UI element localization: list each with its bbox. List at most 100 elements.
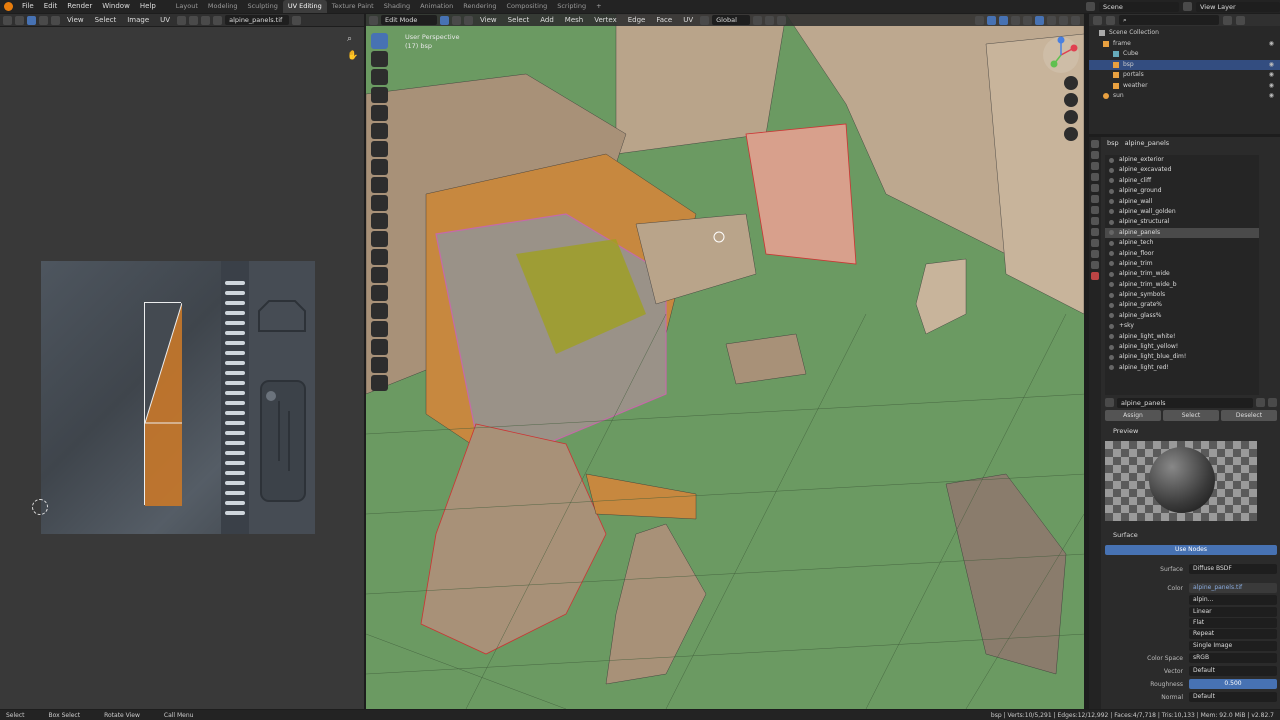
data-tab-icon[interactable] xyxy=(1091,261,1099,269)
material-slot[interactable]: alpine_trim_wide_b xyxy=(1105,280,1259,290)
face-mode-icon[interactable] xyxy=(464,15,473,25)
material-slot[interactable]: alpine_ground xyxy=(1105,186,1259,196)
material-slot[interactable]: alpine_cliff xyxy=(1105,176,1259,186)
blender-logo-icon[interactable] xyxy=(4,2,13,11)
spin-tool-icon[interactable] xyxy=(371,285,388,301)
vp-menu-edge[interactable]: Edge xyxy=(624,16,650,24)
ortho-grid-icon[interactable] xyxy=(1064,127,1078,141)
editor-type-icon[interactable] xyxy=(369,15,378,25)
surface-dropdown[interactable]: Diffuse BSDF xyxy=(1189,564,1277,574)
tab-sculpting[interactable]: Sculpting xyxy=(242,0,282,13)
proportional-icon[interactable] xyxy=(777,15,787,25)
measure-tool-icon[interactable] xyxy=(371,159,388,175)
tab-compositing[interactable]: Compositing xyxy=(501,0,552,13)
surface-panel-header[interactable]: Surface xyxy=(1105,530,1277,541)
material-slot[interactable]: alpine_glass% xyxy=(1105,311,1259,321)
render-tab-icon[interactable] xyxy=(1091,151,1099,159)
material-slot[interactable]: alpine_light_white! xyxy=(1105,332,1259,342)
material-slot-list[interactable]: alpine_exterior alpine_excavated alpine_cl… xyxy=(1105,155,1259,395)
tab-scripting[interactable]: Scripting xyxy=(552,0,591,13)
material-slot[interactable]: alpine_wall_golden xyxy=(1105,207,1259,217)
outliner-row-cube[interactable]: Cube xyxy=(1089,49,1280,60)
bevel-tool-icon[interactable] xyxy=(371,213,388,229)
camera-view-icon[interactable] xyxy=(1064,110,1078,124)
vp-menu-add[interactable]: Add xyxy=(536,16,558,24)
material-slot[interactable]: alpine_light_yellow! xyxy=(1105,342,1259,352)
gizmo-icon[interactable] xyxy=(987,15,996,25)
shrink-fatten-tool-icon[interactable] xyxy=(371,339,388,355)
scene-field[interactable]: Scene xyxy=(1099,1,1179,12)
view-layer-tab-icon[interactable] xyxy=(1091,173,1099,181)
scale-tool-icon[interactable] xyxy=(371,105,388,121)
uv-editor-canvas[interactable]: ⌕ ✋ xyxy=(0,27,364,709)
material-slot[interactable]: alpine_grate% xyxy=(1105,300,1259,310)
snap-icon[interactable] xyxy=(765,15,775,25)
snap-icon[interactable] xyxy=(189,15,199,25)
visibility-icon[interactable] xyxy=(975,15,984,25)
material-slot[interactable]: alpine_wall xyxy=(1105,197,1259,207)
material-slot[interactable]: alpine_light_red! xyxy=(1105,363,1259,373)
shading-rendered-icon[interactable] xyxy=(1059,15,1068,25)
material-slot[interactable]: alpine_tech xyxy=(1105,238,1259,248)
loop-cut-tool-icon[interactable] xyxy=(371,231,388,247)
poly-build-tool-icon[interactable] xyxy=(371,267,388,283)
material-slot[interactable]: alpine_excavated xyxy=(1105,165,1259,175)
extension-dropdown[interactable]: Repeat xyxy=(1189,629,1277,639)
orientation-dropdown[interactable]: Global xyxy=(712,15,751,25)
material-slot[interactable]: alpine_trim xyxy=(1105,259,1259,269)
outliner-row-frame[interactable]: frame ◉ xyxy=(1089,39,1280,50)
display-mode-icon[interactable] xyxy=(1106,15,1115,25)
material-slot[interactable]: alpine_exterior xyxy=(1105,155,1259,165)
3d-viewport[interactable] xyxy=(366,14,1084,709)
material-name-field[interactable]: alpine_panels xyxy=(1117,397,1253,408)
editor-type-icon[interactable] xyxy=(1093,15,1102,25)
face-select-icon[interactable] xyxy=(51,15,60,25)
select-box-tool-icon[interactable] xyxy=(371,33,388,49)
menu-file[interactable]: File xyxy=(17,0,39,13)
editor-type-icon[interactable] xyxy=(3,15,12,25)
cursor-tool-icon[interactable] xyxy=(371,51,388,67)
uv-menu-image[interactable]: Image xyxy=(123,16,153,24)
uv-sync-icon[interactable] xyxy=(15,15,24,25)
navigation-gizmo[interactable] xyxy=(1040,34,1082,76)
tab-uv-editing[interactable]: UV Editing xyxy=(282,0,327,13)
pin-icon[interactable] xyxy=(292,15,302,25)
outliner-row-bsp[interactable]: bsp ◉ xyxy=(1089,59,1280,71)
annotate-tool-icon[interactable] xyxy=(371,141,388,157)
tab-texture-paint[interactable]: Texture Paint xyxy=(327,0,379,13)
uv-menu-view[interactable]: View xyxy=(63,16,88,24)
vp-menu-select[interactable]: Select xyxy=(504,16,534,24)
shading-wireframe-icon[interactable] xyxy=(1023,15,1032,25)
interpolation-dropdown[interactable]: Linear xyxy=(1189,607,1277,617)
outliner-row-sun[interactable]: sun ◉ xyxy=(1089,91,1280,102)
visibility-eye-icon[interactable]: ◉ xyxy=(1269,81,1274,92)
knife-tool-icon[interactable] xyxy=(371,249,388,265)
physics-tab-icon[interactable] xyxy=(1091,239,1099,247)
extrude-tool-icon[interactable] xyxy=(371,177,388,193)
zoom-icon[interactable] xyxy=(1064,76,1078,90)
material-slot[interactable]: alpine_floor xyxy=(1105,249,1259,259)
rotate-tool-icon[interactable] xyxy=(371,87,388,103)
image-browse-icon[interactable] xyxy=(213,15,223,25)
visibility-eye-icon[interactable]: ◉ xyxy=(1269,91,1274,102)
inset-tool-icon[interactable] xyxy=(371,195,388,211)
projection-dropdown[interactable]: Flat xyxy=(1189,618,1277,628)
select-button[interactable]: Select xyxy=(1163,410,1219,421)
pan-hand-icon[interactable] xyxy=(1064,93,1078,107)
edge-select-icon[interactable] xyxy=(39,15,48,25)
menu-edit[interactable]: Edit xyxy=(39,0,63,13)
visibility-eye-icon[interactable]: ◉ xyxy=(1269,60,1274,71)
shading-solid-icon[interactable] xyxy=(1035,15,1044,25)
menu-help[interactable]: Help xyxy=(135,0,161,13)
add-workspace-icon[interactable]: + xyxy=(591,0,606,13)
shading-options-icon[interactable] xyxy=(1071,15,1080,25)
outliner-row-portals[interactable]: portals ◉ xyxy=(1089,70,1280,81)
image-name-field[interactable]: alpine_panels.tif xyxy=(225,15,290,25)
particles-tab-icon[interactable] xyxy=(1091,228,1099,236)
deselect-button[interactable]: Deselect xyxy=(1221,410,1277,421)
edge-slide-tool-icon[interactable] xyxy=(371,321,388,337)
pan-hand-icon[interactable]: ✋ xyxy=(347,51,358,61)
view-layer-field[interactable]: View Layer xyxy=(1196,1,1280,12)
edge-mode-icon[interactable] xyxy=(452,15,461,25)
menu-window[interactable]: Window xyxy=(97,0,135,13)
